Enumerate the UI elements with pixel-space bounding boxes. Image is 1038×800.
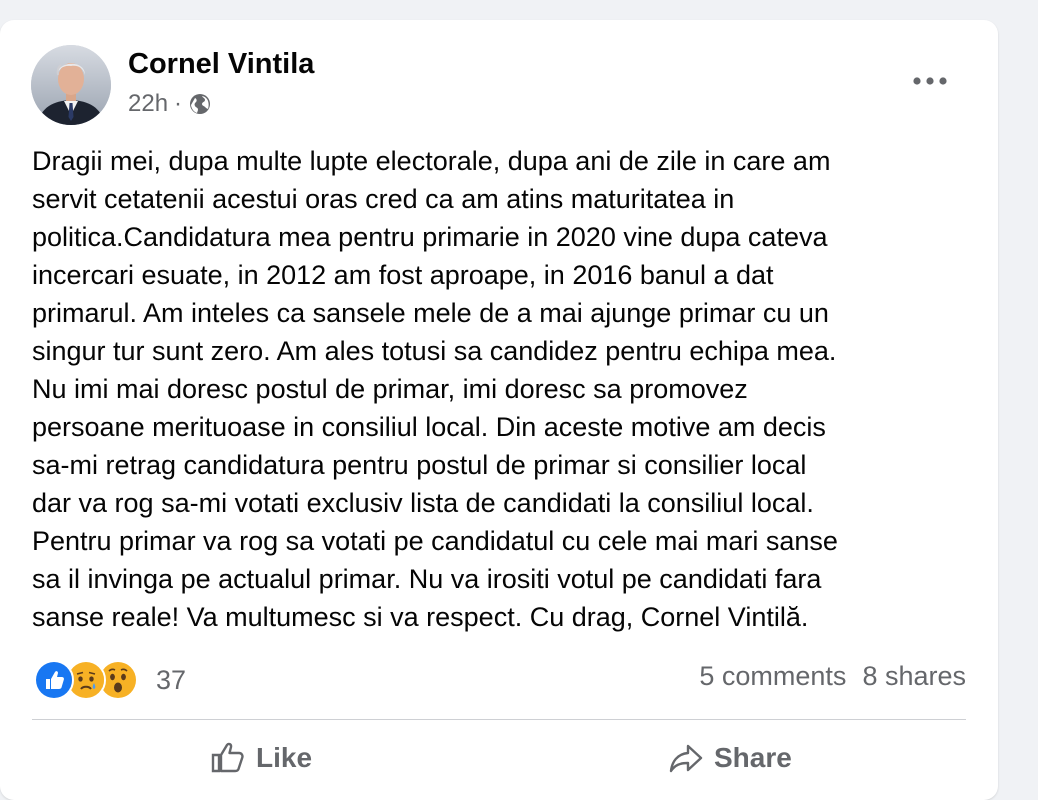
author-name[interactable]: Cornel Vintila [128,48,314,81]
like-reaction-icon [34,660,74,700]
share-label: Share [714,742,792,773]
actions-divider [32,719,966,720]
reactions-summary[interactable]: 37 [34,660,186,700]
shares-count-link[interactable]: 8 shares [862,661,966,692]
like-button[interactable]: Like [210,742,312,774]
avatar-photo [31,45,111,125]
author-avatar[interactable] [31,45,111,125]
thumbs-up-icon [211,742,244,773]
meta-separator: · [174,90,183,117]
globe-icon[interactable] [188,92,212,116]
more-dots-icon [913,77,947,85]
post-card: Cornel Vintila 22h · Dragii mei, dupa mu… [0,20,998,800]
share-arrow-icon [669,744,703,773]
post-meta: 22h · [128,90,212,118]
more-options-button[interactable] [908,68,952,94]
post-text: Dragii mei, dupa multe lupte electorale,… [32,146,838,632]
post-time[interactable]: 22h [128,90,168,118]
comments-count-link[interactable]: 5 comments [699,661,846,692]
like-label: Like [256,742,313,773]
share-button[interactable]: Share [668,742,792,774]
reaction-count[interactable]: 37 [156,665,186,696]
engagement-counts: 5 comments 8 shares [699,661,966,692]
